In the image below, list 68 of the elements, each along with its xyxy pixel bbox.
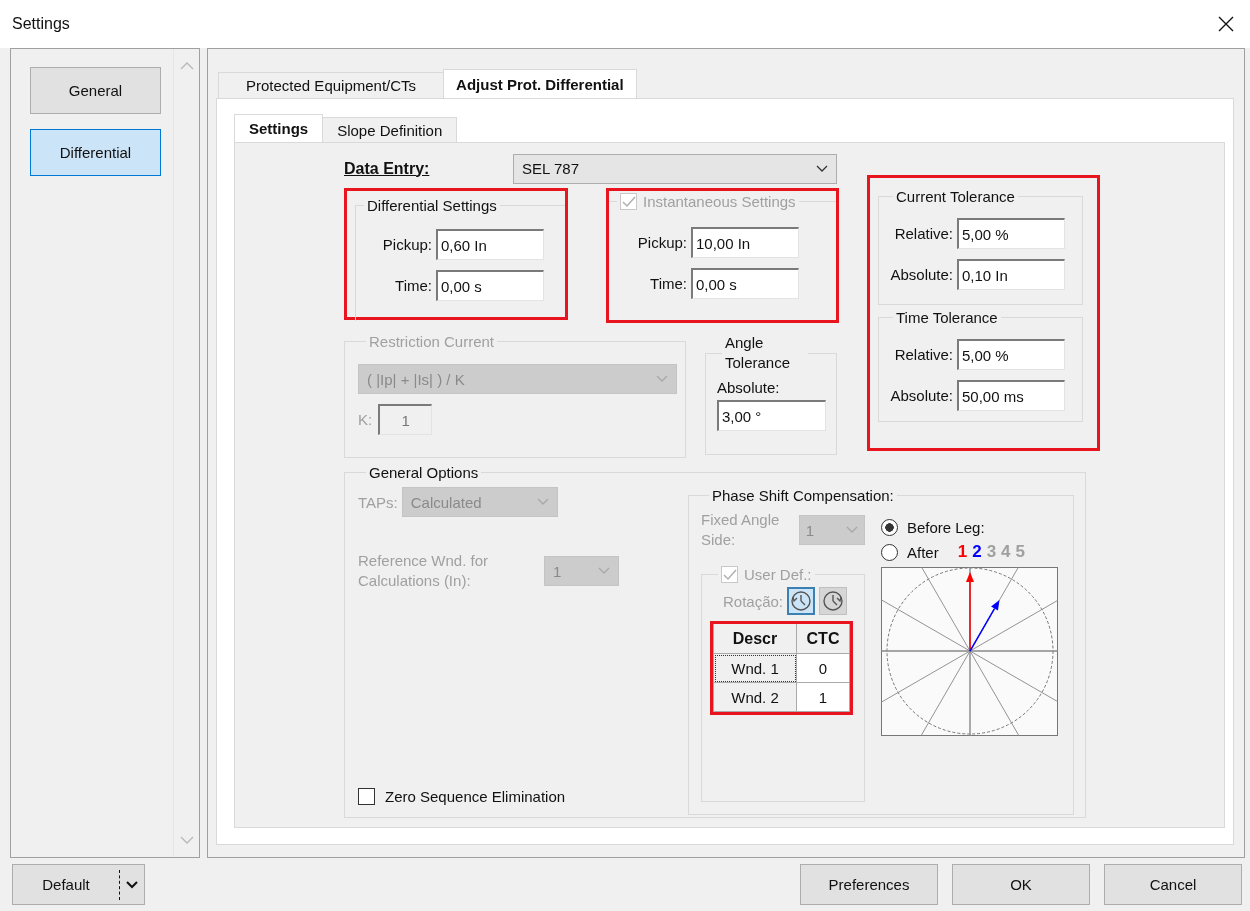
tab[interactable]: Protected Equipment/CTs xyxy=(218,72,445,98)
tab[interactable]: Adjust Prot. Differential xyxy=(443,69,637,98)
column-header: CTC xyxy=(796,624,850,654)
close-icon xyxy=(1218,16,1234,32)
chevron-up-icon xyxy=(179,61,194,70)
chevron-down-icon xyxy=(179,836,194,845)
field-label: Pickup: xyxy=(636,234,688,251)
group-title: General Options xyxy=(369,464,479,481)
caret-icon xyxy=(816,164,828,173)
text-field[interactable]: 3,00 ° xyxy=(717,400,826,431)
field-label: Absolute: xyxy=(717,379,781,396)
caret-icon xyxy=(846,526,858,534)
checkmark-icon xyxy=(722,568,737,581)
text-field[interactable]: 5,00 % xyxy=(957,339,1065,370)
group-title: Instantaneous Settings xyxy=(643,193,796,210)
field-label: Rotação: xyxy=(723,592,784,610)
caret-icon xyxy=(598,567,610,575)
field-label: Absolute: xyxy=(889,266,954,283)
field-label: Time: xyxy=(649,275,688,292)
field-label: Relative: xyxy=(893,346,954,363)
text-field[interactable]: 50,00 ms xyxy=(957,380,1065,411)
action-button[interactable]: Preferences xyxy=(800,864,938,905)
checkbox-label: Zero Sequence Elimination xyxy=(385,788,566,805)
clock-icon xyxy=(822,590,845,612)
radio-label: Before Leg: xyxy=(907,518,985,536)
group-title: Angle Tolerance xyxy=(725,333,792,373)
group-title: User Def.: xyxy=(744,566,812,583)
clock-icon xyxy=(790,590,813,612)
field-label: Time: xyxy=(394,277,433,294)
field-label: TAPs: xyxy=(358,493,398,511)
sidebar-item[interactable]: Differential xyxy=(30,129,161,176)
field-label: Relative: xyxy=(893,225,954,242)
leg-number[interactable]: 1 xyxy=(957,542,968,562)
action-button[interactable]: Cancel xyxy=(1104,864,1242,905)
group-title: Restriction Current xyxy=(369,333,495,350)
sidebar-item[interactable]: General xyxy=(30,67,161,114)
radio-label: After xyxy=(907,543,939,561)
field-label: Absolute: xyxy=(889,387,954,404)
table-cell: Wnd. 2 xyxy=(713,682,797,712)
caret-icon xyxy=(536,498,549,506)
dropdown[interactable]: SEL 787 xyxy=(513,153,837,184)
table-cell: Wnd. 1 xyxy=(713,653,797,683)
leg-number[interactable]: 2 xyxy=(972,542,982,562)
radio-button[interactable] xyxy=(881,518,898,536)
caret-icon xyxy=(656,375,668,383)
default-button[interactable]: Default xyxy=(12,864,145,905)
text-field[interactable]: 0,00 s xyxy=(436,270,544,301)
text-field[interactable]: 5,00 % xyxy=(957,218,1065,249)
radio-button[interactable] xyxy=(881,543,898,561)
text-field[interactable]: 0,60 In xyxy=(436,229,544,260)
group-title: Differential Settings xyxy=(367,197,497,214)
group-title: Time Tolerance xyxy=(896,309,998,326)
field-label: Pickup: xyxy=(381,236,433,253)
checkmark-icon xyxy=(621,195,636,208)
window-title: Settings xyxy=(12,15,70,33)
column-header: Descr xyxy=(713,624,797,654)
text-field[interactable]: 0,10 In xyxy=(957,259,1065,290)
caret-icon xyxy=(126,880,138,889)
action-button[interactable]: OK xyxy=(952,864,1090,905)
field-label: Fixed Angle Side: xyxy=(701,510,781,550)
tab[interactable]: Settings xyxy=(234,114,324,142)
field-label: Reference Wnd. for Calculations (In): xyxy=(358,551,490,591)
group-title: Current Tolerance xyxy=(896,188,1015,205)
checkbox[interactable] xyxy=(358,788,375,805)
group-title: Phase Shift Compensation: xyxy=(712,487,894,504)
tab[interactable]: Slope Definition xyxy=(322,117,458,142)
field-label: K: xyxy=(358,411,373,428)
field-label: Data Entry: xyxy=(344,159,431,178)
